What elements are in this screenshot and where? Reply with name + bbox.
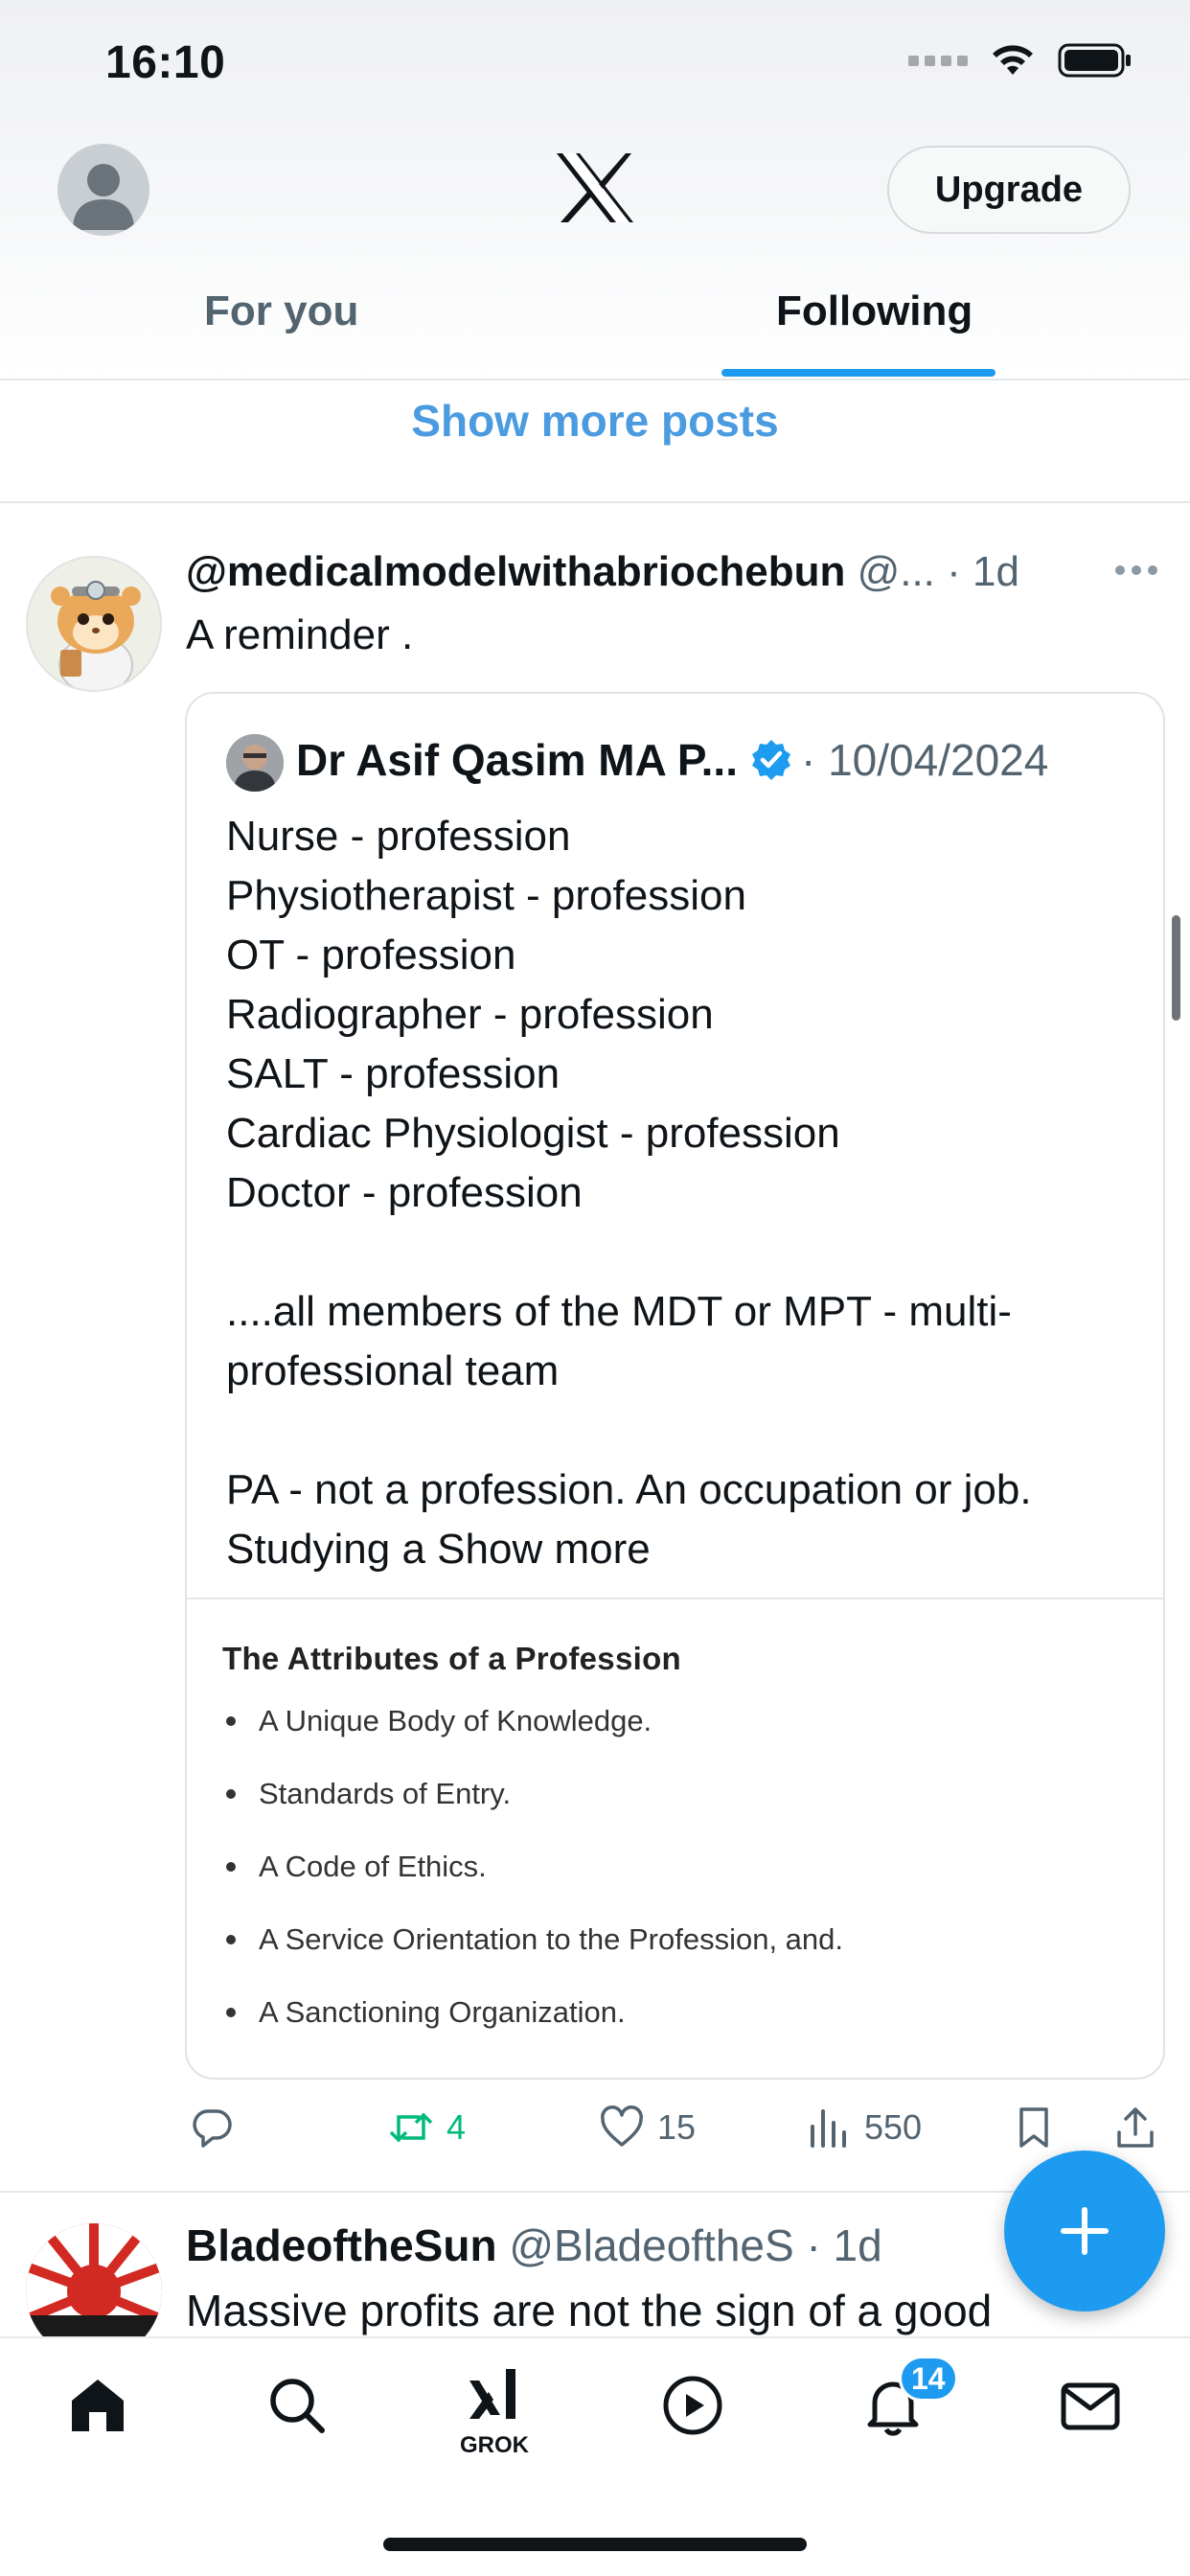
views-chart-icon xyxy=(811,2109,846,2148)
post-header: BladeoftheSun @BladeoftheS · 1d xyxy=(186,2220,882,2271)
attribute-item: Standards of Entry. xyxy=(222,1775,843,1848)
notifications-badge: 14 xyxy=(899,2356,958,2402)
reply-icon xyxy=(193,2109,232,2148)
nav-messages[interactable] xyxy=(1052,2367,1129,2444)
quoted-post[interactable]: Dr Asif Qasim MA P... · 10/04/2024 Nurse… xyxy=(185,692,1165,2080)
quoted-line: ....all members of the MDT or MPT - mult… xyxy=(226,1288,1012,1335)
home-indicator xyxy=(383,2538,807,2551)
quoted-line: Doctor - profession xyxy=(226,1169,583,1216)
attribute-item: A Service Orientation to the Profession,… xyxy=(222,1920,843,1993)
signal-icon xyxy=(908,55,968,66)
share-button[interactable] xyxy=(1111,2099,1159,2156)
post-author-name[interactable]: BladeoftheSun xyxy=(186,2220,497,2270)
more-options-icon[interactable] xyxy=(1115,565,1157,575)
default-user-icon xyxy=(73,164,134,230)
show-more-posts-button[interactable]: Show more posts xyxy=(0,395,1190,447)
view-count: 550 xyxy=(864,2107,923,2147)
quoted-line: OT - profession xyxy=(226,932,516,978)
attribute-item: A Unique Body of Knowledge. xyxy=(222,1702,843,1775)
post-author-avatar[interactable] xyxy=(26,556,162,692)
post-divider xyxy=(0,2191,1190,2193)
status-time: 16:10 xyxy=(105,37,226,88)
plus-icon xyxy=(1061,2207,1109,2255)
upgrade-button[interactable]: Upgrade xyxy=(887,146,1131,234)
attached-image-title: The Attributes of a Profession xyxy=(222,1641,681,1676)
post-header: @medicalmodelwithabriochebun @... · 1d xyxy=(186,548,1019,596)
scrollbar[interactable] xyxy=(1172,915,1180,1021)
home-icon xyxy=(72,2380,124,2431)
like-count: 15 xyxy=(657,2107,697,2147)
post-text: Massive profits are not the sign of a go… xyxy=(186,2286,993,2335)
person-photo-icon xyxy=(226,734,284,792)
nav-search[interactable] xyxy=(259,2367,335,2444)
wifi-icon xyxy=(993,45,1033,75)
grok-icon xyxy=(469,2369,515,2419)
tab-following[interactable]: Following xyxy=(776,288,973,335)
quoted-line: SALT - profession xyxy=(226,1050,561,1097)
mail-icon xyxy=(1061,2382,1120,2430)
status-icons xyxy=(908,42,1133,79)
quoted-line: Radiographer - profession xyxy=(226,991,714,1038)
nav-grok[interactable] xyxy=(456,2358,533,2434)
header-divider xyxy=(0,379,1190,380)
post-handle-time: @... · 1d xyxy=(845,548,1019,595)
hamster-doctor-avatar-icon xyxy=(28,558,160,690)
search-icon xyxy=(270,2379,325,2433)
quoted-post-date: · 10/04/2024 xyxy=(801,735,1049,785)
quoted-image-divider xyxy=(187,1598,1163,1599)
repost-icon xyxy=(389,2112,433,2143)
attribute-item: A Sanctioning Organization. xyxy=(222,1993,843,2066)
attribute-item: A Code of Ethics. xyxy=(222,1848,843,1920)
like-button[interactable]: 15 xyxy=(598,2099,696,2156)
quoted-author-avatar xyxy=(226,734,284,792)
grok-label: GROK xyxy=(460,2432,529,2458)
share-icon xyxy=(1117,2107,1154,2148)
attached-image-list: A Unique Body of Knowledge. Standards of… xyxy=(222,1702,843,2066)
post-handle-time: @BladeoftheS · 1d xyxy=(496,2220,882,2270)
repost-button[interactable]: 4 xyxy=(387,2099,466,2156)
post-author-name[interactable]: @medicalmodelwithabriochebun xyxy=(186,548,845,595)
quoted-line: PA - not a profession. An occupation or … xyxy=(226,1466,1032,1513)
views-button[interactable]: 550 xyxy=(805,2099,922,2156)
bookmark-button[interactable] xyxy=(1010,2099,1058,2156)
play-circle-icon xyxy=(663,2376,722,2435)
profile-avatar[interactable] xyxy=(57,144,149,236)
feed-divider xyxy=(0,501,1190,503)
quoted-post-body: Nurse - profession Physiotherapist - pro… xyxy=(226,807,1146,1579)
reply-button[interactable] xyxy=(188,2099,247,2156)
heart-icon xyxy=(601,2105,643,2147)
quoted-post-header: Dr Asif Qasim MA P... · 10/04/2024 xyxy=(296,734,1048,786)
post-text: A reminder . xyxy=(186,611,414,658)
nav-home[interactable] xyxy=(59,2367,136,2444)
compose-post-button[interactable] xyxy=(1004,2150,1165,2312)
x-logo-icon[interactable] xyxy=(555,151,635,224)
repost-count: 4 xyxy=(446,2107,467,2147)
nav-video[interactable] xyxy=(654,2367,731,2444)
quoted-author-name: Dr Asif Qasim MA P... xyxy=(296,735,738,785)
quoted-line: Cardiac Physiologist - profession xyxy=(226,1110,840,1157)
quoted-line: Physiotherapist - profession xyxy=(226,872,746,919)
verified-badge-icon xyxy=(752,740,790,780)
quoted-line-show-more[interactable]: Studying a Show more xyxy=(226,1520,1146,1579)
tab-for-you[interactable]: For you xyxy=(204,288,358,335)
active-tab-indicator xyxy=(721,369,995,377)
quoted-line: professional team xyxy=(226,1347,560,1394)
bookmark-icon xyxy=(1019,2107,1048,2148)
quoted-line: Nurse - profession xyxy=(226,813,571,860)
battery-icon xyxy=(1058,43,1131,78)
